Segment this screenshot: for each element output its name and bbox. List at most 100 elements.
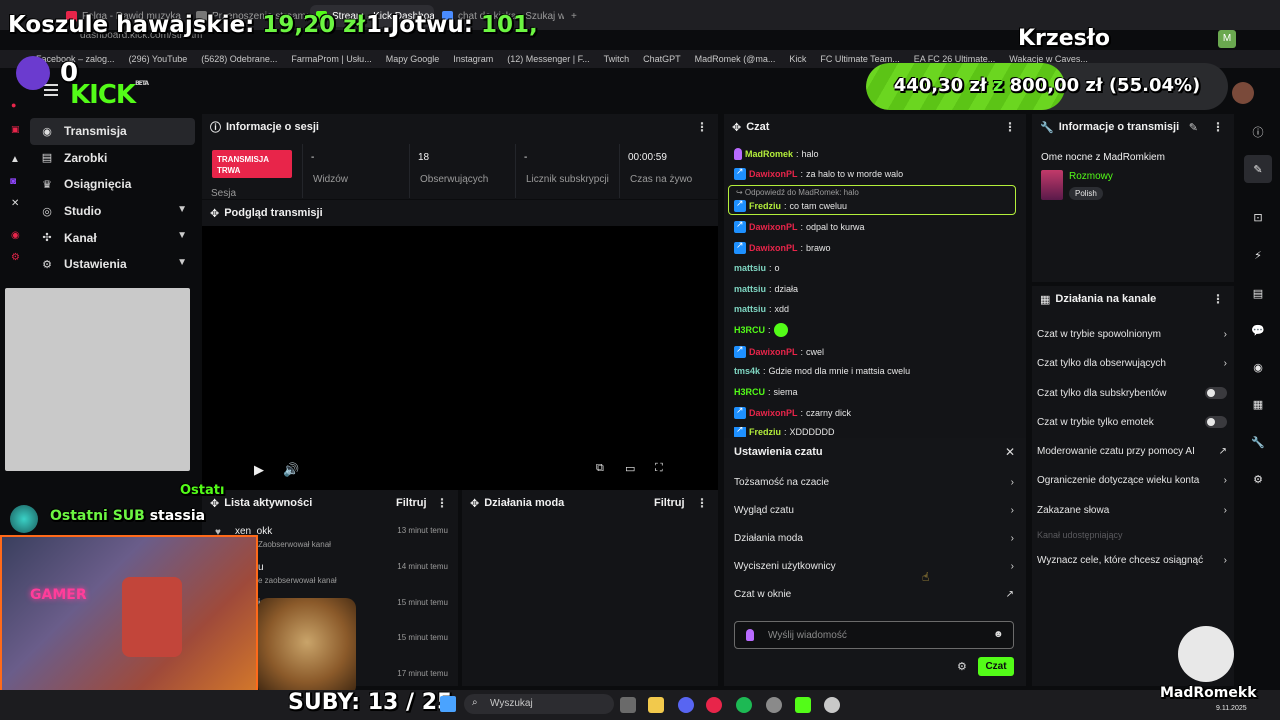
subscribers-only-toggle[interactable]	[1205, 387, 1227, 399]
pip-icon[interactable]: ⧉	[596, 462, 604, 475]
close-icon[interactable]: ✕	[1005, 445, 1015, 459]
lightning-icon[interactable]: ⚡	[1244, 241, 1272, 269]
edit-icon[interactable]: ✎	[1189, 121, 1198, 134]
file-explorer-icon[interactable]	[648, 697, 664, 713]
settings-row-muted-users[interactable]: Wyciszeni użytkownicy ›	[734, 561, 1014, 572]
more-icon[interactable]: ⋮	[1212, 120, 1224, 134]
emote-only-toggle[interactable]	[1205, 416, 1227, 428]
kick-logo[interactable]: KICKBETA	[70, 80, 149, 110]
document-icon[interactable]: ▤	[1244, 279, 1272, 307]
spotify-icon[interactable]	[736, 697, 752, 713]
action-ai-moderation[interactable]: Moderowanie czatu przy pomocy AI ↗	[1037, 446, 1227, 457]
settings-app-icon[interactable]	[766, 697, 782, 713]
filter-button[interactable]: Filtruj	[654, 497, 685, 509]
more-icon[interactable]: ⋮	[1004, 120, 1016, 134]
settings-row-identity[interactable]: Tożsamość na czacie ›	[734, 477, 1014, 488]
obs-icon[interactable]	[824, 697, 840, 713]
chat-message[interactable]: mattsiu: o	[734, 263, 780, 273]
edit-icon[interactable]: ✎	[1244, 155, 1272, 183]
theater-icon[interactable]: ▭	[625, 462, 635, 475]
action-emote-only[interactable]: Czat w trybie tylko emotek	[1037, 416, 1227, 428]
action-banned-words[interactable]: Zakazane słowa ›	[1037, 505, 1227, 516]
chat-username[interactable]: mattsiu	[734, 263, 766, 273]
taskbar-search[interactable]: Wyszukaj	[464, 694, 614, 714]
settings-row-mod-actions[interactable]: Działania moda ›	[734, 533, 1014, 544]
opera-icon[interactable]	[706, 697, 722, 713]
settings-row-appearance[interactable]: Wygląd czatu ›	[734, 505, 1014, 516]
more-icon[interactable]: ⋮	[436, 496, 448, 510]
sidebar-item-osiagniecia[interactable]: ♛ Osiągnięcia	[30, 171, 195, 198]
chat-username[interactable]: Fredziu	[749, 201, 781, 211]
windows-start-icon[interactable]	[440, 696, 456, 712]
menu-icon[interactable]	[44, 84, 58, 96]
action-subscribers-only[interactable]: Czat tylko dla subskrybentów	[1037, 387, 1227, 399]
kick-app-icon[interactable]	[795, 697, 811, 713]
chat-username[interactable]: mattsiu	[734, 304, 766, 314]
gear-icon[interactable]: ⚙	[1244, 465, 1272, 493]
chat-username[interactable]: DawixonPL	[749, 243, 798, 253]
bookmark-item[interactable]: Kick	[789, 54, 806, 64]
chat-message[interactable]: DawixonPL:brawo	[734, 240, 831, 254]
chat-message[interactable]: Fredziu:XDDDDDD	[734, 427, 835, 437]
fullscreen-icon[interactable]: ⛶	[655, 462, 663, 475]
bookmark-item[interactable]: (5628) Odebrane...	[201, 54, 277, 64]
chat-message[interactable]: DawixonPL:za halo to w morde walo	[734, 166, 903, 180]
gear-icon[interactable]: ⚙	[957, 660, 967, 673]
sidebar-item-kanal[interactable]: ✣ Kanał ▼	[30, 224, 195, 251]
category-thumbnail[interactable]	[1041, 170, 1063, 200]
avatar[interactable]	[1232, 82, 1254, 104]
chat-message[interactable]: tms4k: Gdzie mod dla mnie i mattsia cwelu	[734, 366, 910, 376]
action-slow-mode[interactable]: Czat w trybie spowolnionym ›	[1037, 329, 1227, 340]
bookmark-item[interactable]: Mapy Google	[386, 54, 440, 64]
bookmark-item[interactable]: (12) Messenger | F...	[507, 54, 589, 64]
chat-username[interactable]: Fredziu	[749, 427, 781, 437]
chat-username[interactable]: H3RCU	[734, 387, 765, 397]
info-icon[interactable]: ⓘ	[1244, 118, 1272, 146]
chat-message-input[interactable]: Wyślij wiadomość	[734, 621, 1014, 649]
chat-icon[interactable]: 💬	[1244, 316, 1272, 344]
chat-username[interactable]: MadRomek	[745, 149, 793, 159]
layout-icon[interactable]: ▦	[1244, 390, 1272, 418]
chat-message[interactable]: MadRomek: halo	[734, 148, 819, 160]
more-icon[interactable]: ⋮	[696, 120, 708, 134]
discord-icon[interactable]	[678, 697, 694, 713]
profile-avatar[interactable]: M	[1218, 30, 1236, 48]
chat-message[interactable]: DawixonPL:cwel	[734, 344, 824, 358]
more-icon[interactable]: ⋮	[696, 496, 708, 510]
sidebar-item-studio[interactable]: ◎ Studio ▼	[30, 198, 195, 225]
more-icon[interactable]: ⋮	[1212, 292, 1224, 306]
bookmark-item[interactable]: ChatGPT	[643, 54, 681, 64]
bookmark-item[interactable]: (296) YouTube	[129, 54, 188, 64]
chat-message[interactable]: mattsiu: xdd	[734, 304, 789, 314]
play-icon[interactable]: ▶	[254, 462, 264, 478]
bookmark-item[interactable]: Instagram	[453, 54, 493, 64]
bookmark-item[interactable]: FarmaProm | Usłu...	[291, 54, 371, 64]
chat-message[interactable]: mattsiu: działa	[734, 284, 798, 294]
wrench-icon[interactable]: 🔧	[1244, 428, 1272, 456]
chat-message[interactable]: DawixonPL:odpal to kurwa	[734, 219, 865, 233]
task-view-icon[interactable]	[620, 697, 636, 713]
sidebar-item-transmisja[interactable]: ◉ Transmisja	[30, 118, 195, 145]
chat-message[interactable]: Fredziu:co tam cweluu	[734, 198, 847, 212]
category-link[interactable]: Rozmowy	[1069, 171, 1113, 182]
new-tab-button[interactable]: +	[565, 5, 579, 27]
emoji-icon[interactable]: ☻	[993, 629, 1004, 640]
sidebar-item-ustawienia[interactable]: ⚙ Ustawienia ▼	[30, 251, 195, 278]
chat-message[interactable]: H3RCU: siema	[734, 387, 798, 397]
chat-username[interactable]: DawixonPL	[749, 222, 798, 232]
volume-icon[interactable]: 🔊	[283, 462, 299, 478]
chat-message[interactable]: DawixonPL:czarny dick	[734, 405, 851, 419]
chat-username[interactable]: DawixonPL	[749, 169, 798, 179]
chat-username[interactable]: DawixonPL	[749, 408, 798, 418]
action-set-goals[interactable]: Wyznacz cele, które chcesz osiągnąć ›	[1037, 555, 1227, 566]
action-followers-only[interactable]: Czat tylko dla obserwujących ›	[1037, 358, 1227, 369]
send-chat-button[interactable]: Czat	[978, 657, 1014, 676]
chat-message[interactable]: H3RCU:	[734, 323, 788, 337]
filter-button[interactable]: Filtruj	[396, 497, 427, 509]
sidebar-item-zarobki[interactable]: ▤ Zarobki	[30, 145, 195, 172]
broadcast-icon[interactable]: ◉	[1244, 353, 1272, 381]
chat-username[interactable]: mattsiu	[734, 284, 766, 294]
chat-username[interactable]: DawixonPL	[749, 347, 798, 357]
bookmark-item[interactable]: Twitch	[604, 54, 630, 64]
chat-username[interactable]: H3RCU	[734, 325, 765, 335]
